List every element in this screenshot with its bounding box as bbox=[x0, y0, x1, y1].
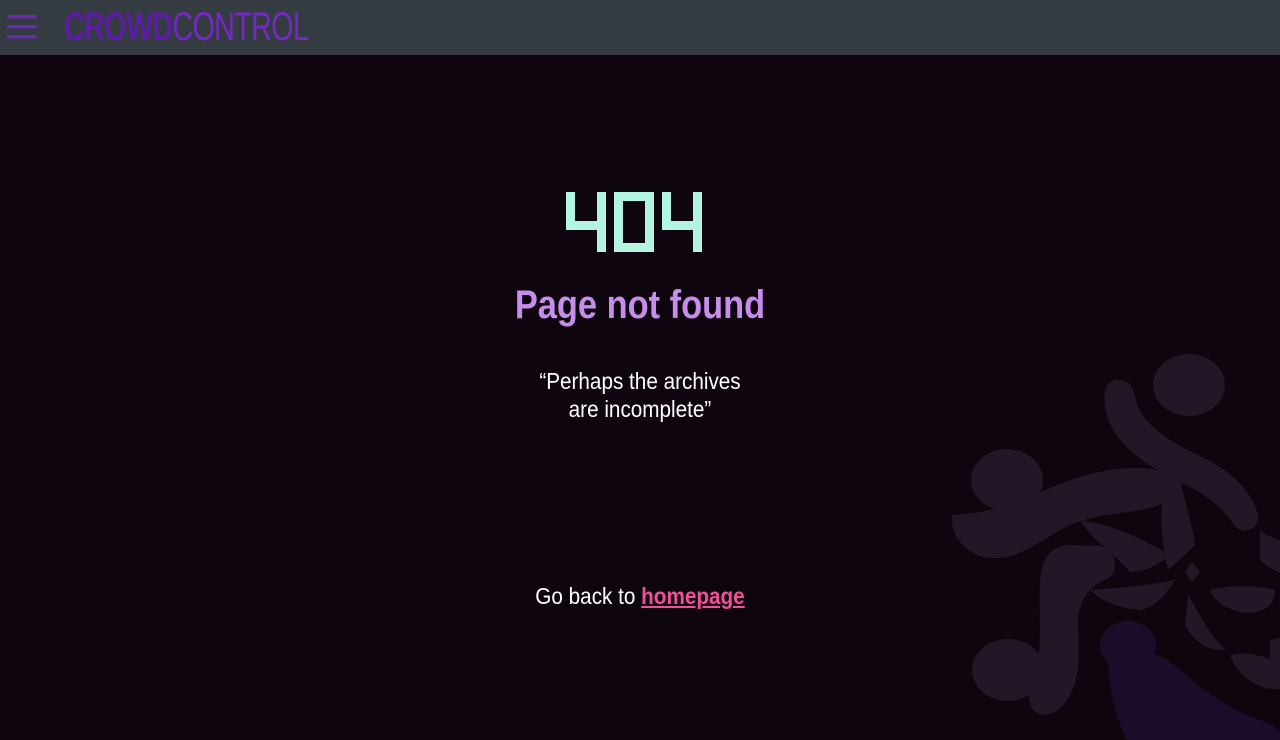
go-back-message: Go back to homepage bbox=[64, 583, 1216, 610]
homepage-link[interactable]: homepage bbox=[641, 583, 745, 609]
brand-logo-crowd: CROWD bbox=[64, 5, 173, 49]
main-content: 404 Page not found “Perhaps the archives… bbox=[0, 55, 1280, 720]
quote-line-2: are incomplete” bbox=[568, 396, 712, 422]
quote-text: “Perhaps the archives are incomplete” bbox=[505, 367, 775, 423]
top-navigation-bar: CROWDCONTROL bbox=[0, 0, 1280, 55]
hamburger-menu-icon bbox=[7, 15, 37, 39]
brand-logo-control: CONTROL bbox=[172, 5, 309, 49]
page-title: Page not found bbox=[514, 283, 766, 327]
go-back-prefix: Go back to bbox=[535, 583, 636, 609]
hamburger-menu-button[interactable] bbox=[6, 13, 38, 41]
quote-line-1: “Perhaps the archives bbox=[539, 368, 741, 394]
error-code-404: 404 bbox=[566, 192, 702, 252]
brand-logo[interactable]: CROWDCONTROL bbox=[64, 5, 309, 49]
